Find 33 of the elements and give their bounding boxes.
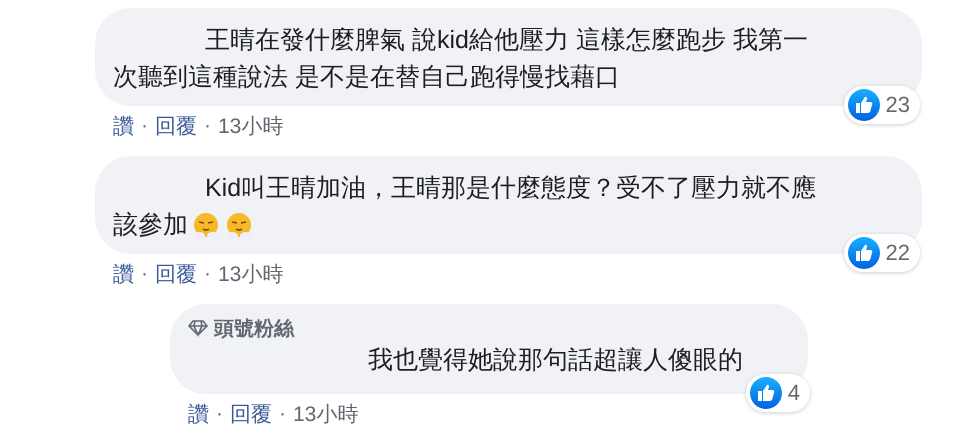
like-count[interactable]: 23 <box>844 86 920 124</box>
like-link[interactable]: 讚 <box>188 400 209 428</box>
fan-label: 頭號粉絲 <box>214 316 294 342</box>
separator-dot: · <box>204 262 211 286</box>
diamond-icon <box>188 319 208 337</box>
thumbs-up-icon <box>750 377 782 409</box>
steam-face-icon <box>224 210 254 240</box>
separator-dot: · <box>279 402 286 426</box>
comment-text: 次聽到這種說法 是不是在替自己跑得慢找藉口 <box>113 62 620 93</box>
like-count[interactable]: 22 <box>844 234 920 272</box>
like-number: 22 <box>886 240 910 266</box>
reply-link[interactable]: 回覆 <box>155 260 197 288</box>
separator-dot: · <box>204 114 211 138</box>
comment-text: 該參加 <box>113 210 188 241</box>
like-number: 4 <box>788 380 800 406</box>
like-number: 23 <box>886 92 910 118</box>
reply-link[interactable]: 回覆 <box>155 112 197 140</box>
comment-time: 13小時 <box>218 262 284 288</box>
like-count[interactable]: 4 <box>746 374 810 412</box>
reply-link[interactable]: 回覆 <box>230 400 272 428</box>
comment-time: 13小時 <box>218 114 284 140</box>
comment-text: Kid叫王晴加油，王晴那是什麼態度？受不了壓力就不應 <box>205 173 816 204</box>
steam-face-icon <box>191 210 221 240</box>
comment-text: 我也覺得她說那句話超讓人傻眼的 <box>368 345 743 376</box>
like-link[interactable]: 讚 <box>113 112 134 140</box>
thumbs-up-icon <box>848 237 880 269</box>
thumbs-up-icon <box>848 89 880 121</box>
separator-dot: · <box>141 262 148 286</box>
like-link[interactable]: 讚 <box>113 260 134 288</box>
comment-text: 王晴在發什麼脾氣 說kid給他壓力 這樣怎麼跑步 我第一 <box>205 25 808 56</box>
separator-dot: · <box>216 402 223 426</box>
separator-dot: · <box>141 114 148 138</box>
comment-time: 13小時 <box>293 402 358 428</box>
